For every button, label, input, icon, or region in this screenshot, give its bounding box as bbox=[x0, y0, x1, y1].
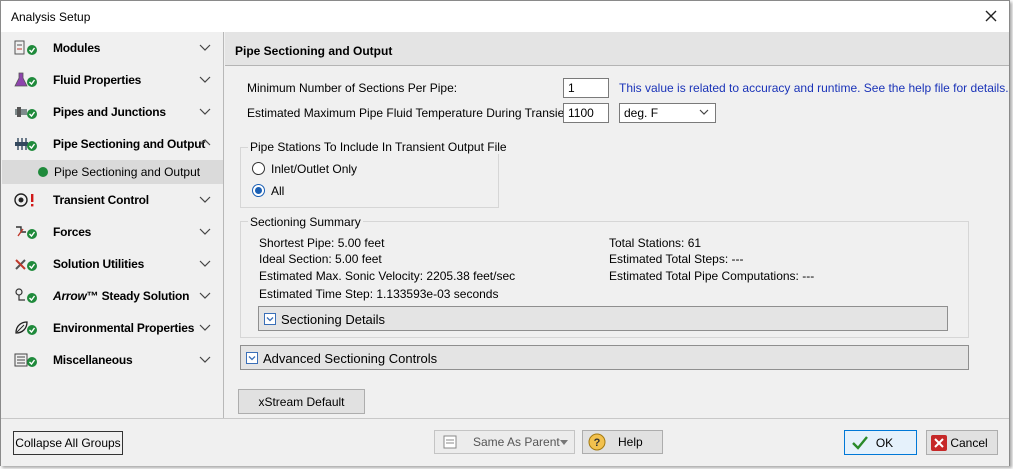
pipe-stations-legend: Pipe Stations To Include In Transient Ou… bbox=[248, 140, 509, 154]
max-sonic-velocity-text: Estimated Max. Sonic Velocity: 2205.38 f… bbox=[259, 269, 516, 283]
temp-unit-value: deg. F bbox=[624, 106, 659, 120]
chevron-down-icon bbox=[199, 260, 211, 267]
sidebar-group-forces[interactable]: Forces bbox=[2, 216, 223, 248]
main-panel: Pipe Sectioning and Output Minimum Numbe… bbox=[225, 32, 1009, 418]
notes-icon bbox=[443, 435, 457, 449]
ok-label: OK bbox=[875, 435, 894, 450]
chevron-down-icon bbox=[199, 44, 211, 51]
help-icon: ? bbox=[588, 433, 606, 451]
sidebar-group-label: Transient Control bbox=[53, 193, 149, 207]
pipe-sectioning-icon bbox=[15, 138, 37, 151]
solution-utilities-icon bbox=[15, 259, 37, 271]
collapse-all-groups-button[interactable]: Collapse All Groups bbox=[13, 431, 123, 455]
sidebar-group-label: Forces bbox=[53, 225, 92, 239]
chevron-down-icon bbox=[199, 108, 211, 115]
sidebar-group-steady-solution[interactable]: Arrow™ Steady Solution bbox=[2, 280, 223, 312]
sidebar-group-label: Environmental Properties bbox=[53, 321, 195, 335]
sidebar-item-label: Pipe Sectioning and Output bbox=[54, 165, 201, 179]
sidebar-group-miscellaneous[interactable]: Miscellaneous bbox=[2, 344, 223, 376]
expand-icon bbox=[264, 313, 276, 325]
help-label: Help bbox=[618, 435, 643, 449]
cancel-label: Cancel bbox=[950, 435, 988, 450]
total-stations-text: Total Stations: 61 bbox=[609, 236, 702, 250]
close-button[interactable] bbox=[979, 5, 1003, 27]
sidebar-group-label: Pipe Sectioning and Output bbox=[53, 137, 206, 151]
shortest-pipe-text: Shortest Pipe: 5.00 feet bbox=[259, 236, 385, 250]
advanced-sectioning-label: Advanced Sectioning Controls bbox=[263, 351, 438, 366]
sidebar-group-environmental[interactable]: Environmental Properties bbox=[2, 312, 223, 344]
window-title: Analysis Setup bbox=[11, 10, 91, 24]
sidebar-group-pipe-sectioning[interactable]: Pipe Sectioning and Output bbox=[2, 128, 223, 160]
sidebar-group-modules[interactable]: Modules bbox=[2, 32, 223, 64]
max-temp-label: Estimated Maximum Pipe Fluid Temperature… bbox=[247, 106, 578, 120]
panel-title: Pipe Sectioning and Output bbox=[235, 44, 393, 58]
sidebar-group-label: Fluid Properties bbox=[53, 73, 142, 87]
same-as-parent-button[interactable]: Same As Parent bbox=[434, 430, 575, 454]
chevron-down-icon bbox=[199, 292, 211, 299]
pipes-junctions-icon bbox=[15, 107, 37, 119]
close-icon bbox=[985, 10, 997, 22]
sidebar-item-pipe-sectioning-output[interactable]: Pipe Sectioning and Output bbox=[2, 160, 223, 184]
temp-unit-select[interactable]: deg. F bbox=[619, 103, 716, 123]
sidebar-group-fluid-properties[interactable]: Fluid Properties bbox=[2, 64, 223, 96]
flask-icon bbox=[14, 72, 37, 87]
chevron-down-icon bbox=[199, 76, 211, 83]
expand-icon bbox=[246, 352, 258, 364]
sidebar-group-pipes-junctions[interactable]: Pipes and Junctions bbox=[2, 96, 223, 128]
total-steps-text: Estimated Total Steps: --- bbox=[609, 252, 744, 266]
sectioning-summary-legend: Sectioning Summary bbox=[248, 215, 363, 229]
advanced-sectioning-expander[interactable]: Advanced Sectioning Controls bbox=[240, 345, 969, 370]
chevron-down-icon bbox=[699, 109, 709, 115]
steady-solution-icon bbox=[15, 288, 37, 303]
chevron-down-icon bbox=[199, 228, 211, 235]
min-sections-label: Minimum Number of Sections Per Pipe: bbox=[247, 81, 458, 95]
miscellaneous-icon bbox=[14, 353, 37, 367]
pipe-stations-group bbox=[240, 147, 499, 208]
xstream-default-button[interactable]: xStream Default bbox=[238, 389, 365, 414]
sectioning-details-label: Sectioning Details bbox=[281, 312, 386, 327]
forces-icon bbox=[16, 226, 37, 239]
sidebar-group-label: Solution Utilities bbox=[53, 257, 145, 271]
modules-icon bbox=[14, 40, 37, 55]
analysis-setup-window: Analysis Setup Modules Fluid Properties bbox=[0, 0, 1010, 466]
sidebar-group-label: Pipes and Junctions bbox=[53, 105, 166, 119]
chevron-up-icon bbox=[199, 139, 211, 146]
checkmark-icon bbox=[852, 436, 868, 450]
chevron-down-icon bbox=[560, 440, 568, 445]
radio-all-label: All bbox=[271, 184, 285, 198]
chevron-down-icon bbox=[199, 196, 211, 203]
radio-all[interactable] bbox=[252, 184, 265, 197]
sidebar-group-solution-utilities[interactable]: Solution Utilities bbox=[2, 248, 223, 280]
svg-text:?: ? bbox=[594, 437, 601, 449]
same-as-parent-label: Same As Parent bbox=[473, 435, 560, 449]
total-computations-text: Estimated Total Pipe Computations: --- bbox=[609, 269, 815, 283]
cancel-button[interactable]: Cancel bbox=[926, 430, 998, 455]
panel-header: Pipe Sectioning and Output bbox=[225, 32, 1009, 66]
max-temp-input[interactable]: 1100 bbox=[563, 103, 609, 123]
min-sections-help-text: This value is related to accuracy and ru… bbox=[619, 81, 1009, 95]
cancel-icon bbox=[931, 435, 947, 451]
help-button[interactable]: ? Help bbox=[582, 430, 663, 454]
ideal-section-text: Ideal Section: 5.00 feet bbox=[259, 252, 382, 266]
sectioning-details-expander[interactable]: Sectioning Details bbox=[258, 306, 948, 331]
transient-control-icon bbox=[14, 193, 34, 207]
ok-button[interactable]: OK bbox=[844, 430, 917, 455]
environmental-icon bbox=[15, 321, 37, 335]
chevron-down-icon bbox=[199, 324, 211, 331]
sidebar: Modules Fluid Properties Pipes and Junct… bbox=[2, 32, 224, 418]
title-bar: Analysis Setup bbox=[1, 1, 1009, 32]
min-sections-input[interactable]: 1 bbox=[563, 78, 609, 98]
radio-inlet-outlet-only[interactable] bbox=[252, 162, 265, 175]
dialog-footer: Collapse All Groups Same As Parent ? Hel… bbox=[1, 418, 1009, 466]
sidebar-group-label: Arrow™ Steady Solution bbox=[53, 289, 190, 303]
sidebar-group-label: Modules bbox=[53, 41, 101, 55]
chevron-down-icon bbox=[199, 356, 211, 363]
sidebar-group-transient-control[interactable]: Transient Control bbox=[2, 184, 223, 216]
status-check-icon bbox=[38, 167, 48, 177]
radio-inlet-outlet-label: Inlet/Outlet Only bbox=[271, 162, 358, 176]
time-step-text: Estimated Time Step: 1.133593e-03 second… bbox=[259, 287, 499, 301]
sidebar-group-label: Miscellaneous bbox=[53, 353, 133, 367]
